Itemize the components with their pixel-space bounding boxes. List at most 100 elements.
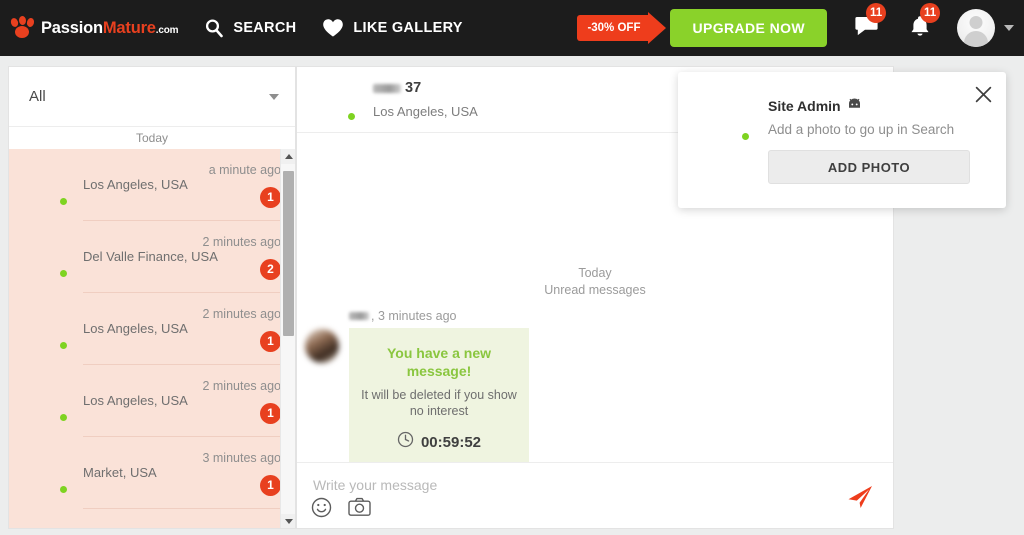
avatar (23, 233, 71, 281)
add-photo-button[interactable]: ADD PHOTO (768, 150, 970, 184)
send-paper-plane-icon[interactable] (847, 485, 873, 514)
discount-badge-label: -30% OFF (587, 22, 641, 34)
paw-icon (9, 15, 36, 40)
chat-partner-age: 37 (405, 80, 422, 96)
avatar (23, 521, 71, 528)
list-item[interactable]: Los Angeles, USA a minute ago 1 (9, 149, 295, 221)
list-item-meta: 2 minutes ago 1 (189, 379, 281, 424)
scroll-up-arrow-icon[interactable] (281, 149, 295, 164)
list-item-main: Los Angeles, USA (83, 176, 189, 194)
locked-message-title: You have a new message! (387, 345, 491, 379)
message-composer (297, 462, 893, 528)
username-redacted (349, 312, 369, 320)
popup-title-row: Site Admin (768, 97, 862, 114)
sidebar-scrollbar[interactable] (280, 149, 295, 528)
logo-text-part1: Passion (41, 18, 103, 37)
online-status-dot (346, 110, 357, 122)
chat-header-info: 37 Los Angeles, USA (373, 80, 478, 119)
chat-message-meta: , 3 minutes ago (349, 309, 529, 323)
notifications-badge: 11 (920, 2, 941, 23)
site-logo[interactable]: PassionMature.com (9, 15, 179, 40)
logo-text: PassionMature.com (41, 18, 179, 37)
chat-message-time: , 3 minutes ago (371, 309, 457, 323)
online-status-dot (58, 196, 69, 207)
smiley-icon[interactable] (311, 497, 332, 518)
clock-icon (397, 431, 414, 453)
conversation-list: Los Angeles, USA a minute ago 1 Del Vall… (9, 149, 295, 528)
chevron-down-icon (269, 93, 279, 100)
like-gallery-nav-link[interactable]: LIKE GALLERY (322, 18, 462, 38)
scrollbar-thumb[interactable] (283, 171, 294, 336)
messages-button[interactable]: 11 (855, 2, 887, 43)
list-item-meta: 3 minutes ago 1 (189, 451, 281, 496)
add-photo-popup: Site Admin Add a photo to go up in Searc… (678, 72, 1006, 208)
list-item-location: Los Angeles, USA (83, 321, 188, 336)
list-item[interactable]: Market, USA 3 minutes ago 1 (9, 437, 295, 509)
list-item[interactable]: Los Angeles, USA 2 minutes ago 1 (9, 365, 295, 437)
chat-partner-name-row: 37 (373, 80, 478, 96)
status-badge: 2 (260, 258, 281, 280)
status-badge: 1 (260, 402, 281, 424)
logo-text-part2: Mature (102, 18, 156, 37)
upgrade-now-button[interactable]: UPGRADE NOW (670, 9, 827, 47)
status-badge: 1 (260, 474, 281, 496)
conversation-filter-select[interactable]: All (9, 67, 295, 127)
conversation-filter-value: All (29, 88, 46, 105)
avatar (696, 90, 752, 146)
online-status-dot (58, 484, 69, 495)
avatar[interactable] (311, 76, 359, 124)
avatar (23, 305, 71, 353)
avatar (23, 449, 71, 497)
user-avatar-icon[interactable] (957, 9, 995, 47)
chevron-down-icon[interactable] (1004, 25, 1014, 31)
online-status-dot (58, 268, 69, 279)
list-item-time: 2 minutes ago (202, 306, 281, 321)
scroll-down-arrow-icon[interactable] (281, 514, 295, 528)
avatar (23, 377, 71, 425)
list-item-main: Los Angeles, USA (83, 320, 189, 338)
search-icon (204, 18, 224, 38)
online-status-dot (58, 412, 69, 423)
list-item[interactable]: Del Valle Finance, USA 2 minutes ago 2 (9, 221, 295, 293)
status-badge: 1 (260, 330, 281, 352)
countdown-timer-value: 00:59:52 (420, 433, 482, 451)
camera-icon[interactable] (348, 497, 371, 518)
list-item[interactable]: Los Angeles, USA 2 minutes ago 1 (9, 293, 295, 365)
close-icon[interactable] (975, 86, 992, 103)
list-item-meta: 2 minutes ago 1 (189, 307, 281, 352)
message-input[interactable] (313, 477, 833, 493)
online-status-dot (740, 131, 751, 142)
popup-subtitle: Add a photo to go up in Search (768, 122, 955, 137)
list-item-meta: a minute ago 1 (189, 163, 281, 208)
notifications-button[interactable]: 11 (909, 2, 941, 43)
discount-badge[interactable]: -30% OFF (577, 12, 667, 44)
locked-message-timer: 00:59:52 (361, 431, 517, 453)
robot-badge-icon (847, 97, 862, 114)
list-item-main: Del Valle Finance, USA (83, 248, 218, 266)
list-item-location: Los Angeles, USA (83, 177, 188, 192)
composer-tools (311, 497, 371, 518)
chat-partner-location: Los Angeles, USA (373, 104, 478, 119)
list-item-main: Los Angeles, USA (83, 392, 189, 410)
list-item-time: a minute ago (208, 162, 281, 177)
list-item-time: 2 minutes ago (202, 378, 281, 393)
search-nav-link[interactable]: SEARCH (204, 18, 296, 38)
list-item[interactable] (9, 509, 295, 528)
messages-badge: 11 (866, 2, 887, 23)
list-item-main: Market, USA (83, 464, 189, 482)
popup-title: Site Admin (768, 97, 841, 114)
search-nav-label: SEARCH (233, 20, 297, 36)
list-item-location: Los Angeles, USA (83, 393, 188, 408)
sidebar-day-label: Today (9, 127, 295, 149)
conversation-sidebar: All Today Los Angeles, USA a minute ago … (8, 66, 296, 529)
chat-unread-separator: Unread messages (544, 283, 646, 297)
top-header-bar: PassionMature.com SEARCH LIKE GALLERY -3… (0, 0, 1024, 56)
avatar (23, 161, 71, 209)
avatar (305, 329, 339, 363)
online-status-dot (58, 340, 69, 351)
list-item-location: Market, USA (83, 465, 157, 480)
list-item-time: 2 minutes ago (202, 234, 281, 249)
locked-message-subtitle: It will be deleted if you show no intere… (361, 388, 517, 418)
status-badge: 1 (260, 186, 281, 208)
like-gallery-nav-label: LIKE GALLERY (353, 20, 463, 36)
